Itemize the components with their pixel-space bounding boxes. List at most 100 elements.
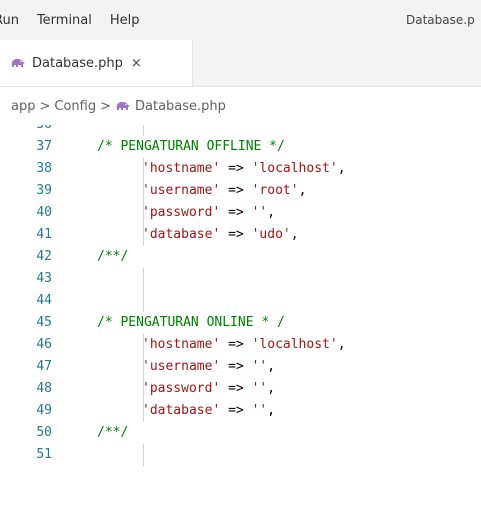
- code-string: 'password': [142, 205, 221, 220]
- code-line[interactable]: 39 'username' => 'root',: [0, 180, 481, 202]
- code-operator: =>: [220, 381, 252, 396]
- code-content: 'username' => 'root',: [142, 180, 306, 202]
- code-string: '': [251, 205, 268, 220]
- indent-guide: [143, 268, 144, 290]
- code-operator: ,: [337, 161, 346, 176]
- code-line[interactable]: 45 /* PENGATURAN ONLINE * /: [0, 312, 481, 334]
- code-content: 'password' => '',: [142, 378, 275, 400]
- code-operator: ,: [290, 227, 299, 242]
- code-line[interactable]: 40 'password' => '',: [0, 202, 481, 224]
- code-line[interactable]: 49 'database' => '',: [0, 400, 481, 422]
- tab-database-php[interactable]: Database.php ×: [0, 40, 193, 86]
- code-operator: =>: [220, 161, 252, 176]
- php-elephant-icon: [116, 102, 131, 110]
- line-number: 37: [36, 139, 52, 154]
- line-number: 51: [36, 447, 52, 462]
- breadcrumb-config[interactable]: Config: [54, 99, 96, 114]
- menu-terminal[interactable]: Terminal: [37, 13, 92, 28]
- tab-bar: Database.php ×: [0, 40, 481, 87]
- code-string: '': [251, 381, 268, 396]
- code-string: 'hostname': [142, 337, 221, 352]
- line-number: 47: [36, 359, 52, 374]
- code-operator: ,: [267, 205, 276, 220]
- code-comment: /* PENGATURAN OFFLINE */: [97, 139, 285, 154]
- line-number: 43: [36, 271, 52, 286]
- code-operator: =>: [220, 183, 252, 198]
- code-line[interactable]: 48 'password' => '',: [0, 378, 481, 400]
- indent-guide: [143, 125, 144, 136]
- line-number: 46: [36, 337, 52, 352]
- code-operator: ,: [267, 381, 276, 396]
- indent-guide: [143, 378, 144, 400]
- line-number: 36: [0, 125, 52, 136]
- code-operator: =>: [220, 403, 252, 418]
- code-content: 'hostname' => 'localhost',: [142, 158, 346, 180]
- line-number: 48: [36, 381, 52, 396]
- line-number: 38: [36, 161, 52, 176]
- code-comment: /**/: [97, 425, 129, 440]
- menu-help[interactable]: Help: [110, 13, 140, 28]
- indent-guide: [143, 202, 144, 224]
- code-string: 'hostname': [142, 161, 221, 176]
- code-content: /**/: [97, 246, 128, 268]
- breadcrumb-separator: >: [100, 98, 112, 114]
- indent-guide: [143, 180, 144, 202]
- breadcrumb-file[interactable]: Database.php: [135, 99, 226, 114]
- code-string: 'database': [142, 403, 221, 418]
- code-content: /* PENGATURAN OFFLINE */: [97, 136, 285, 158]
- line-number: 49: [36, 403, 52, 418]
- code-comment: /* PENGATURAN ONLINE * /: [97, 315, 285, 330]
- line-number: 40: [36, 205, 52, 220]
- code-string: 'username': [142, 183, 221, 198]
- code-line[interactable]: 41 'database' => 'udo',: [0, 224, 481, 246]
- code-line[interactable]: 50 /**/: [0, 422, 481, 444]
- indent-guide: [143, 334, 144, 356]
- code-line[interactable]: 51: [0, 444, 481, 466]
- code-content: 'database' => '',: [142, 400, 275, 422]
- breadcrumb-separator: >: [39, 98, 51, 114]
- code-line[interactable]: 36: [0, 125, 481, 136]
- code-line[interactable]: 43: [0, 268, 481, 290]
- close-icon[interactable]: ×: [131, 56, 142, 71]
- breadcrumb: app > Config > Database.php: [0, 86, 481, 126]
- indent-guide: [143, 400, 144, 422]
- window-title: Database.p: [406, 13, 475, 27]
- indent-guide: [143, 158, 144, 180]
- indent-guide: [143, 290, 144, 312]
- code-line[interactable]: 37 /* PENGATURAN OFFLINE */: [0, 136, 481, 158]
- code-content: 'database' => 'udo',: [142, 224, 299, 246]
- code-line[interactable]: 44: [0, 290, 481, 312]
- menu-run[interactable]: Run: [0, 13, 19, 28]
- code-line[interactable]: 46 'hostname' => 'localhost',: [0, 334, 481, 356]
- code-content: /**/: [97, 422, 128, 444]
- menu-bar: Run Terminal Help Database.p: [0, 0, 481, 40]
- code-string: '': [251, 403, 268, 418]
- php-elephant-icon: [11, 59, 25, 67]
- code-string: '': [251, 359, 268, 374]
- code-line[interactable]: 38 'hostname' => 'localhost',: [0, 158, 481, 180]
- code-string: 'username': [142, 359, 221, 374]
- code-operator: =>: [220, 359, 252, 374]
- code-editor[interactable]: 36 37 /* PENGATURAN OFFLINE */ 38 'hostname'…: [0, 125, 481, 505]
- code-content: 'hostname' => 'localhost',: [142, 334, 346, 356]
- code-string: 'root': [251, 183, 299, 198]
- code-comment: /**/: [97, 249, 129, 264]
- code-operator: ,: [267, 403, 276, 418]
- code-line[interactable]: 47 'username' => '',: [0, 356, 481, 378]
- code-line[interactable]: 42 /**/: [0, 246, 481, 268]
- breadcrumb-app[interactable]: app: [11, 99, 35, 114]
- line-number: 44: [36, 293, 52, 308]
- line-number: 41: [36, 227, 52, 242]
- code-string: 'localhost': [251, 161, 338, 176]
- code-operator: ,: [298, 183, 307, 198]
- indent-guide: [143, 444, 144, 466]
- code-operator: ,: [267, 359, 276, 374]
- code-string: 'udo': [251, 227, 291, 242]
- code-string: 'database': [142, 227, 221, 242]
- code-string: 'localhost': [251, 337, 338, 352]
- indent-guide: [143, 356, 144, 378]
- code-content: /* PENGATURAN ONLINE * /: [97, 312, 285, 334]
- code-operator: =>: [220, 227, 252, 242]
- line-number: 42: [36, 249, 52, 264]
- code-operator: =>: [220, 337, 252, 352]
